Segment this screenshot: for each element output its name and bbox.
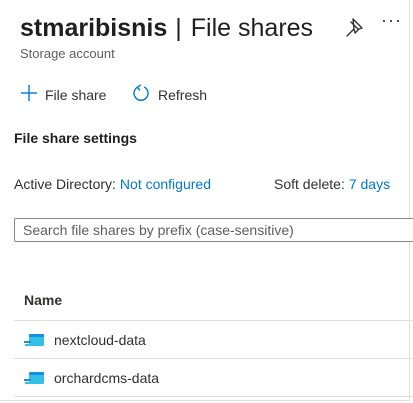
refresh-label: Refresh — [158, 87, 208, 103]
file-share-icon — [24, 370, 46, 386]
column-header-name[interactable]: Name — [24, 292, 62, 308]
add-file-share-button[interactable]: File share — [20, 84, 106, 106]
resource-name: stmaribisnis — [20, 13, 168, 42]
pin-icon[interactable] — [343, 16, 365, 38]
table-row[interactable]: orchardcms-data — [14, 359, 413, 397]
table-row[interactable]: nextcloud-data — [14, 321, 413, 359]
active-directory-link[interactable]: Not configured — [120, 176, 211, 192]
search-input[interactable] — [14, 218, 413, 242]
soft-delete-label: Soft delete: — [274, 176, 345, 192]
refresh-icon — [131, 83, 151, 108]
file-share-icon — [24, 332, 46, 348]
soft-delete-setting: Soft delete: 7 days — [274, 176, 390, 192]
add-file-share-label: File share — [45, 87, 107, 103]
resource-type: Storage account — [20, 46, 115, 61]
page-title: stmaribisnis | File shares — [20, 10, 313, 46]
file-share-name[interactable]: orchardcms-data — [54, 370, 159, 386]
file-share-name[interactable]: nextcloud-data — [54, 332, 146, 348]
soft-delete-link[interactable]: 7 days — [349, 176, 390, 192]
refresh-button[interactable]: Refresh — [131, 84, 207, 106]
file-share-settings-heading: File share settings — [14, 130, 137, 146]
more-options-icon[interactable]: ··· — [381, 10, 402, 31]
active-directory-label: Active Directory: — [14, 176, 116, 192]
title-separator: | — [175, 13, 182, 42]
blade-name: File shares — [190, 13, 314, 42]
blade: stmaribisnis | File shares ··· Storage a… — [0, 0, 413, 401]
plus-icon — [20, 84, 38, 107]
active-directory-setting: Active Directory: Not configured — [14, 176, 211, 192]
